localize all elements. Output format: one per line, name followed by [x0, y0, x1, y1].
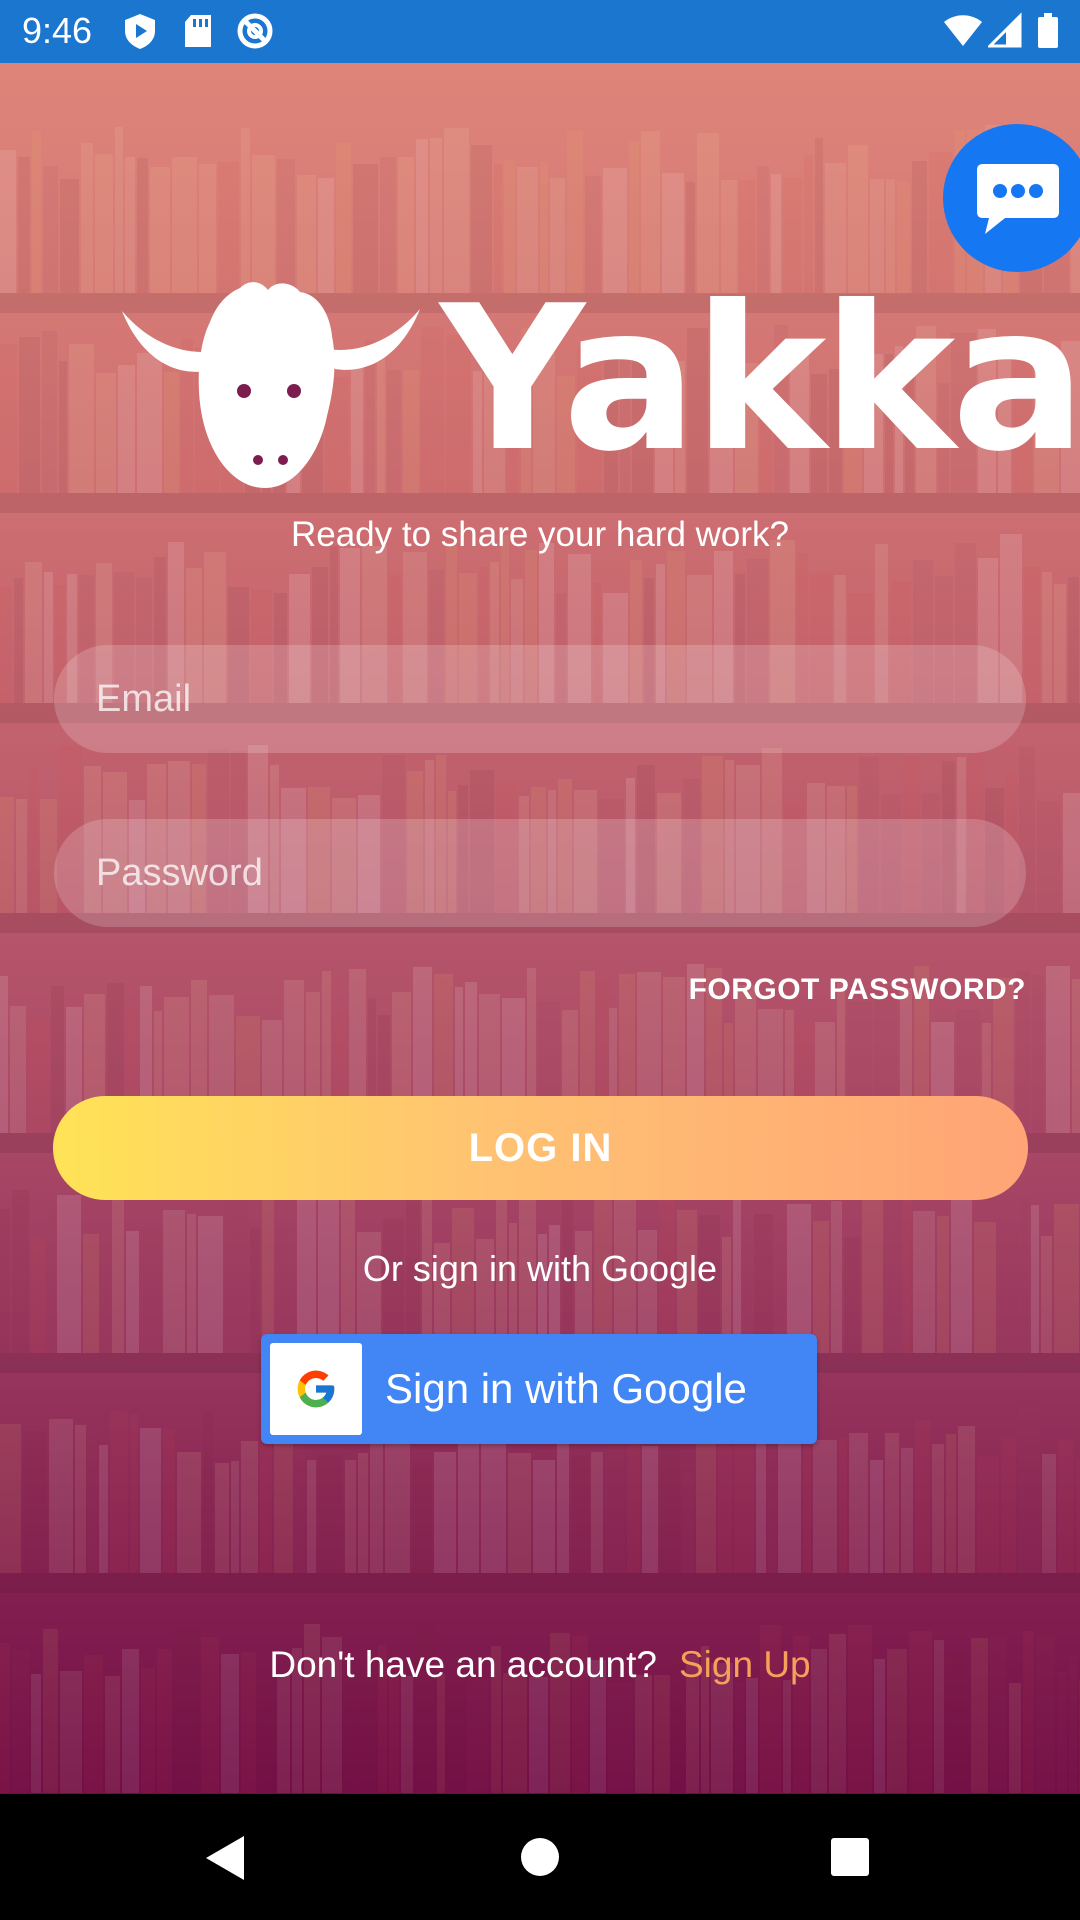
login-screen: 9:46 Yakka Ready to share your hard work…	[0, 0, 1080, 1920]
home-icon[interactable]	[520, 1837, 560, 1877]
google-g-icon	[297, 1370, 335, 1408]
cell-signal-icon	[988, 12, 1022, 48]
play-protect-icon	[125, 14, 155, 49]
password-field[interactable]	[54, 819, 1026, 927]
signup-prompt: Don't have an account?	[269, 1644, 657, 1685]
wifi-icon	[944, 15, 982, 46]
sign-up-link[interactable]: Sign Up	[679, 1644, 811, 1685]
brand-wordmark: Yakka	[440, 263, 1080, 496]
login-button[interactable]: LOG IN	[53, 1096, 1028, 1200]
chat-bubble-icon	[977, 164, 1059, 234]
yakka-logo: Yakka	[122, 270, 1080, 496]
email-field[interactable]	[54, 645, 1026, 753]
back-icon[interactable]	[202, 1834, 246, 1882]
google-logo-box	[270, 1343, 362, 1435]
chat-button[interactable]	[943, 124, 1080, 272]
system-nav-bar	[0, 1794, 1080, 1920]
forgot-password-link[interactable]: FORGOT PASSWORD?	[689, 970, 1026, 1010]
battery-icon	[1038, 13, 1058, 48]
status-time: 9:46	[22, 10, 93, 51]
google-button-label: Sign in with Google	[385, 1365, 747, 1412]
tagline: Ready to share your hard work?	[290, 515, 790, 554]
google-caption: Or sign in with Google	[362, 1248, 718, 1289]
status-bar: 9:46	[0, 0, 1080, 63]
google-sign-in-button[interactable]: Sign in with Google	[261, 1334, 817, 1444]
recents-icon[interactable]	[830, 1837, 870, 1877]
at-sign-icon	[237, 13, 273, 49]
yak-head-icon	[122, 282, 420, 488]
sd-card-icon	[185, 15, 211, 47]
signup-row: Don't have an account? Sign Up	[0, 1642, 1080, 1688]
